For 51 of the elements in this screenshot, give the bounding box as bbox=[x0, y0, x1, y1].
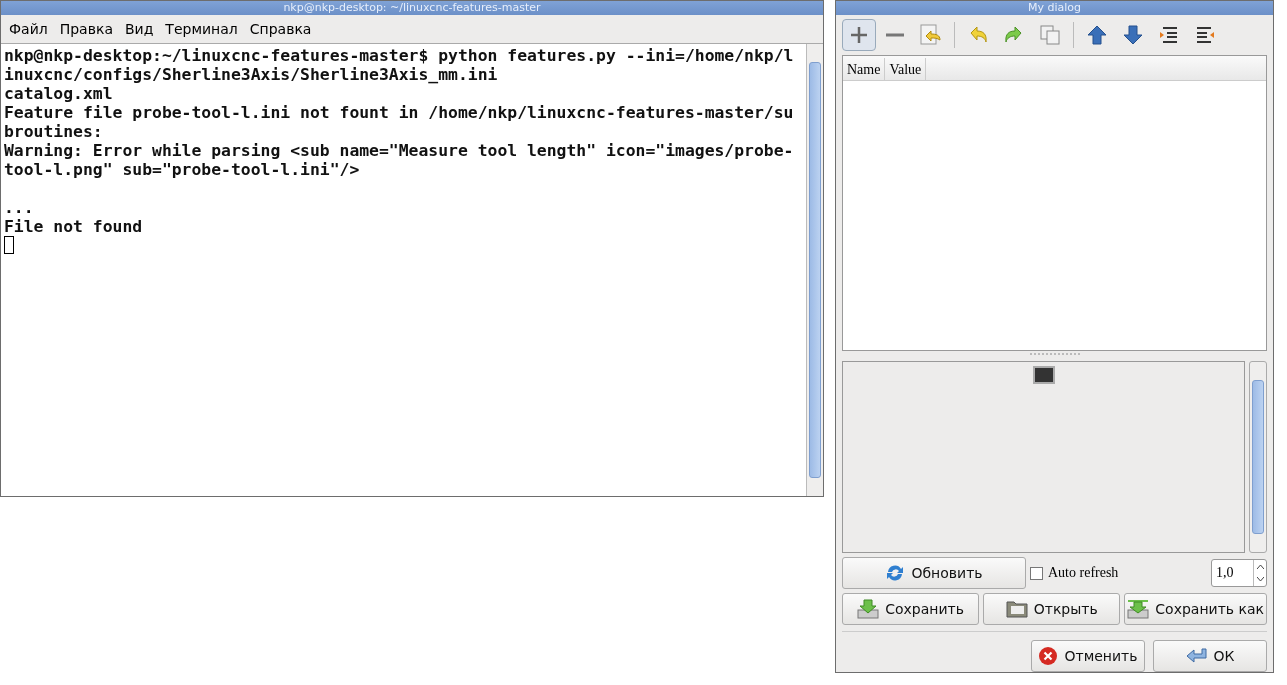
indent-icon bbox=[1159, 26, 1179, 44]
window-title: nkp@nkp-desktop: ~/linuxcnc-features-master bbox=[283, 1, 541, 15]
terminal-line: inuxcnc/configs/Sherline3Axis/Sherline3Axis_mm.ini bbox=[4, 65, 499, 84]
undo-icon bbox=[968, 25, 988, 45]
terminal-line: ... bbox=[4, 198, 35, 217]
text-cursor bbox=[4, 236, 14, 254]
menu-item[interactable]: Файл bbox=[5, 19, 52, 39]
menu-item[interactable]: Справка bbox=[245, 19, 316, 39]
window-title: My dialog bbox=[1027, 1, 1081, 15]
down-caret-icon[interactable] bbox=[1256, 577, 1264, 582]
drive-arrow-icon bbox=[857, 599, 880, 619]
terminal-line: Feature file probe-tool-l.ini not fount in /home/nkp/linuxcnc-features-master/su bbox=[4, 103, 795, 122]
image-icon bbox=[1032, 365, 1055, 384]
refresh-icon bbox=[885, 563, 906, 583]
unindent-icon bbox=[1195, 26, 1215, 44]
column-header[interactable]: Name bbox=[843, 58, 886, 80]
dialog-button[interactable]: ОК bbox=[1153, 640, 1267, 672]
menu-item[interactable]: Вид bbox=[120, 19, 158, 39]
auto-refresh-checkbox[interactable]: Auto refresh bbox=[1030, 565, 1207, 581]
terminal-line: catalog.xml bbox=[4, 84, 114, 103]
interval-spinbox[interactable]: 1,0 bbox=[1211, 559, 1267, 587]
scrollbar[interactable] bbox=[806, 44, 823, 496]
file-button[interactable]: Сохранить bbox=[842, 593, 980, 625]
plus-icon bbox=[850, 26, 868, 44]
menu-item[interactable]: Правка bbox=[55, 19, 117, 39]
column-header[interactable]: Value bbox=[885, 58, 927, 80]
file-button[interactable]: Открыть bbox=[983, 593, 1121, 625]
checkbox[interactable] bbox=[1030, 566, 1043, 580]
file-button[interactable]: Сохранить как bbox=[1124, 593, 1267, 625]
redo-icon bbox=[1004, 25, 1024, 45]
dialog-button[interactable]: Отменить bbox=[1031, 640, 1145, 672]
refresh-button[interactable]: Обновить bbox=[842, 557, 1026, 589]
checkbox-label: Auto refresh bbox=[1048, 565, 1119, 581]
terminal-line: Warning: Error while parsing <sub name="Measure tool length" icon="images/probe- bbox=[4, 141, 795, 160]
toolbar-button[interactable] bbox=[842, 19, 876, 51]
cancel-icon bbox=[1038, 646, 1059, 666]
up-caret-icon[interactable] bbox=[1256, 564, 1264, 569]
document-arrow-icon bbox=[920, 24, 942, 46]
scrollbar[interactable] bbox=[1249, 360, 1267, 553]
arrow-up-icon bbox=[1087, 25, 1107, 45]
menu-item[interactable]: Терминал bbox=[161, 19, 242, 39]
return-arrow-icon bbox=[1185, 647, 1208, 665]
folder-icon bbox=[1005, 599, 1028, 619]
terminal-line: broutines: bbox=[4, 122, 104, 141]
terminal-line: File not found bbox=[4, 217, 144, 236]
copy-icon bbox=[1040, 25, 1060, 45]
minus-icon bbox=[886, 33, 904, 37]
terminal-line: tool-l.png" sub="probe-tool-l.ini"/> bbox=[4, 160, 361, 179]
arrow-down-icon bbox=[1123, 25, 1143, 45]
terminal-line: nkp@nkp-desktop:~/linuxcnc-features-master$ python features.py --ini=/home/nkp/l bbox=[4, 46, 795, 65]
drive-arrow-icon bbox=[1127, 599, 1150, 619]
